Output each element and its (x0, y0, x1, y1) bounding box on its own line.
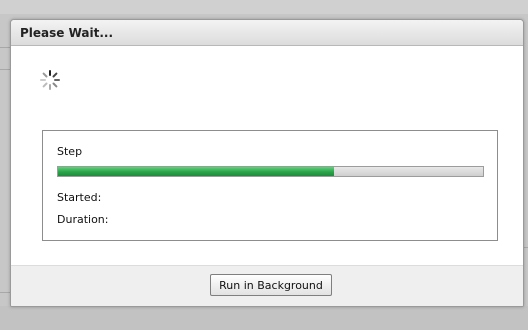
dialog-titlebar: Please Wait... (11, 20, 523, 46)
duration-label: Duration: (57, 213, 109, 226)
progress-bar-fill (58, 167, 335, 176)
background-divider (0, 69, 10, 70)
loading-spinner-icon (40, 70, 60, 90)
started-label: Started: (57, 191, 102, 204)
dialog-footer: Run in Background (11, 265, 523, 306)
background-footer (0, 306, 528, 330)
progress-panel: Step Started: Duration: (42, 130, 498, 241)
background-header (0, 0, 528, 14)
please-wait-dialog: Please Wait... Step Started: Duration: R… (10, 19, 524, 307)
step-label: Step (57, 145, 83, 158)
progress-bar (57, 166, 484, 177)
dialog-title: Please Wait... (20, 25, 114, 40)
background-divider (0, 47, 10, 48)
background-divider (0, 292, 10, 293)
run-in-background-button[interactable]: Run in Background (210, 274, 332, 296)
